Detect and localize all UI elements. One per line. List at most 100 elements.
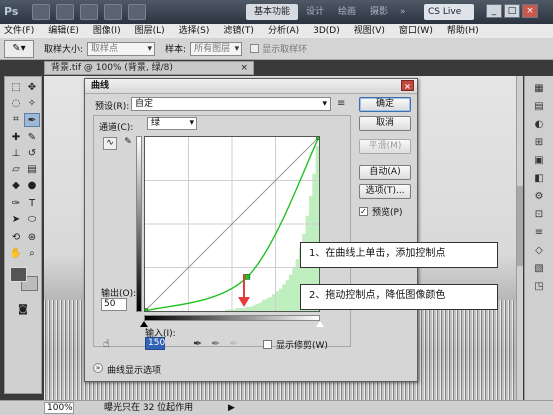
white-eyedropper-icon[interactable]: ✒ [229,337,238,350]
panel-toggle-icon-0[interactable]: ▦ [531,82,547,96]
preset-select[interactable]: 自定 [131,97,331,111]
workspace-photography-link[interactable]: 摄影 [370,4,388,20]
workspace-painting-link[interactable]: 绘画 [338,4,356,20]
menu-item-4[interactable]: 选择(S) [179,24,210,38]
preset-options-menu-icon[interactable]: ≡ [337,98,345,109]
black-eyedropper-icon[interactable]: ✒ [193,337,202,350]
menu-item-7[interactable]: 3D(D) [313,24,340,38]
lasso-tool-icon[interactable]: ◌ [8,97,24,111]
curve-control-point[interactable] [244,274,251,280]
sample-layers-select[interactable]: 所有图层 [190,41,243,56]
panel-toggle-icon-4[interactable]: ▣ [531,154,547,168]
history-brush-tool-icon[interactable]: ↺ [24,147,40,161]
3d-orbit-tool-icon[interactable]: ⊛ [24,231,40,245]
close-tab-icon[interactable]: × [240,62,248,74]
close-window-button[interactable]: × [522,4,538,18]
mini-bridge-icon[interactable] [56,4,74,20]
workspace-more-icon[interactable]: » [400,4,406,20]
dialog-titlebar[interactable]: 曲线 × [85,79,417,94]
menu-item-1[interactable]: 编辑(E) [48,24,79,38]
quick-selection-tool-icon[interactable]: ✧ [24,97,40,111]
menu-item-2[interactable]: 图像(I) [93,24,121,38]
curve-graph[interactable] [142,134,322,314]
crop-tool-icon[interactable]: ⌗ [8,113,24,127]
panel-toggle-icon-10[interactable]: ▧ [531,262,547,276]
brush-tool-icon[interactable]: ✎ [24,131,40,145]
maximize-button[interactable]: □ [504,4,520,18]
show-clipping-checkbox[interactable] [263,340,272,349]
screen-mode-icon[interactable] [128,4,146,20]
arrange-documents-icon[interactable] [104,4,122,20]
menu-item-8[interactable]: 视图(V) [354,24,385,38]
minimize-button[interactable]: _ [486,4,502,18]
hand-tool-icon[interactable]: ✋ [8,247,24,261]
pen-tool-icon[interactable]: ✑ [8,197,24,211]
auto-button[interactable]: 自动(A) [359,165,411,180]
zoom-tool-icon[interactable]: ⌕ [24,247,40,261]
input-value-field[interactable]: 150 [145,337,165,350]
curve-control-point[interactable] [316,134,322,140]
panel-toggle-icon-9[interactable]: ◇ [531,244,547,258]
dialog-close-button[interactable]: × [401,80,414,91]
menu-item-9[interactable]: 窗口(W) [399,24,433,38]
document-tab[interactable]: 背景.tif @ 100% (背景, 绿/8) × [44,61,254,75]
options-button[interactable]: 选项(T)... [359,184,411,199]
path-selection-tool-icon[interactable]: ➤ [8,213,24,227]
quick-mask-icon[interactable]: ◙ [15,303,31,317]
workspace-design-link[interactable]: 设计 [306,4,324,20]
preview-checkbox[interactable]: ✓ [359,207,368,216]
menu-item-6[interactable]: 分析(A) [268,24,299,38]
show-sampling-ring-checkbox[interactable] [250,44,260,53]
shape-tool-icon[interactable]: ⬭ [24,213,40,227]
cs-live-button[interactable]: CS Live [424,4,474,20]
white-point-slider[interactable] [316,321,324,327]
eyedropper-tool-icon[interactable]: ✒ [24,113,40,127]
blur-tool-icon[interactable]: ◆ [8,179,24,193]
spot-healing-tool-icon[interactable]: ✚ [8,131,24,145]
menu-item-0[interactable]: 文件(F) [4,24,34,38]
dodge-tool-icon[interactable]: ● [24,179,40,193]
ok-button[interactable]: 确定 [359,97,411,112]
move-tool-icon[interactable]: ✥ [24,81,40,95]
marquee-tool-icon[interactable]: ⬚ [8,81,24,95]
smooth-button[interactable]: 平滑(M) [359,139,411,154]
curve-display-options-label[interactable]: 曲线显示选项 [107,363,161,376]
zoom-level-field[interactable]: 100% [44,402,74,414]
panel-toggle-icon-1[interactable]: ▤ [531,100,547,114]
view-extras-icon[interactable] [80,4,98,20]
vertical-scrollbar[interactable] [516,76,523,400]
on-image-adjust-hand-icon[interactable]: ☝ [103,337,110,350]
channel-select[interactable]: 绿 [147,117,197,130]
curve-edit-mode-icon[interactable]: ∿ [103,137,117,150]
sample-size-select[interactable]: 取样点 [87,41,156,56]
panel-toggle-icon-7[interactable]: ⊡ [531,208,547,222]
menu-item-5[interactable]: 滤镜(T) [223,24,254,38]
menu-item-10[interactable]: 帮助(H) [447,24,479,38]
menu-item-3[interactable]: 图层(L) [135,24,165,38]
panel-toggle-icon-6[interactable]: ⚙ [531,190,547,204]
panel-toggle-icon-3[interactable]: ⊞ [531,136,547,150]
workspace-essentials-button[interactable]: 基本功能 [246,4,298,20]
curve-plot-svg[interactable] [142,134,322,314]
clone-stamp-tool-icon[interactable]: ⊥ [8,147,24,161]
status-menu-arrow-icon[interactable]: ▶ [228,401,235,415]
eraser-tool-icon[interactable]: ▱ [8,163,24,177]
histogram-bar [282,284,286,311]
scrollbar-thumb[interactable] [517,186,523,266]
panel-toggle-icon-5[interactable]: ◧ [531,172,547,186]
eyedropper-tool-preset-picker[interactable]: ✎▾ [4,39,34,58]
3d-rotate-tool-icon[interactable]: ⟲ [8,231,24,245]
bridge-icon[interactable] [32,4,50,20]
curve-control-point[interactable] [142,308,148,314]
panel-toggle-icon-8[interactable]: ≡ [531,226,547,240]
expand-options-icon[interactable]: » [93,363,103,373]
type-tool-icon[interactable]: T [24,197,40,211]
output-value-field[interactable]: 50 [101,298,127,311]
gray-eyedropper-icon[interactable]: ✒ [211,337,220,350]
panel-toggle-icon-11[interactable]: ◳ [531,280,547,294]
foreground-color-swatch[interactable] [10,267,27,282]
cancel-button[interactable]: 取消 [359,116,411,131]
panel-toggle-icon-2[interactable]: ◐ [531,118,547,132]
pencil-draw-mode-icon[interactable]: ✎ [121,137,135,150]
gradient-tool-icon[interactable]: ▤ [24,163,40,177]
